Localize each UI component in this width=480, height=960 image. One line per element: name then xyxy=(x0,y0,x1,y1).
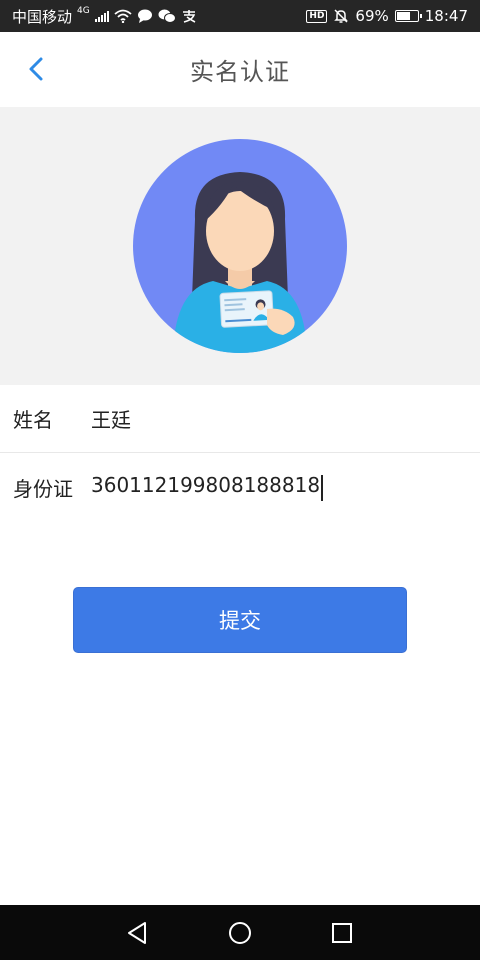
system-nav-bar xyxy=(0,905,480,960)
name-label: 姓名 xyxy=(13,408,53,432)
hero-banner xyxy=(0,107,480,385)
back-button[interactable] xyxy=(22,54,50,86)
signal-icon xyxy=(94,10,109,22)
id-number-field[interactable]: 360112199808188818 xyxy=(91,473,324,501)
wifi-icon xyxy=(114,9,132,23)
page-title: 实名认证 xyxy=(190,58,290,86)
chat-bubble-icon xyxy=(137,9,152,23)
submit-button[interactable]: 提交 xyxy=(73,587,407,653)
chevron-left-icon xyxy=(29,57,43,81)
mute-bell-icon xyxy=(334,9,349,23)
system-back-button[interactable] xyxy=(125,920,151,946)
battery-level-fill xyxy=(396,12,410,20)
id-number-value: 360112199808188818 xyxy=(91,473,321,498)
status-right: HD 69% 18:47 xyxy=(306,7,468,25)
woman-holding-id-card-illustration xyxy=(133,139,347,353)
name-row: 姓名 王廷 xyxy=(0,385,480,453)
app-header: 实名认证 xyxy=(0,32,480,107)
triangle-back-icon xyxy=(128,922,146,944)
status-bar: 中国移动 4G HD 69% 18:47 xyxy=(0,0,480,32)
battery-icon xyxy=(394,10,422,22)
square-recents-icon xyxy=(332,923,352,943)
network-type: 4G xyxy=(77,6,90,16)
text-caret xyxy=(321,474,324,501)
wechat-icon xyxy=(158,9,176,23)
battery-percent: 69% xyxy=(355,7,389,25)
clock-time: 18:47 xyxy=(424,7,468,25)
circle-home-icon xyxy=(229,922,251,944)
id-number-row: 身份证 360112199808188818 xyxy=(0,453,480,521)
carrier-name: 中国移动 xyxy=(12,7,73,26)
status-left: 中国移动 4G xyxy=(12,6,197,27)
hd-icon: HD xyxy=(306,9,328,23)
system-home-button[interactable] xyxy=(227,920,253,946)
name-field[interactable]: 王廷 xyxy=(91,404,131,433)
alipay-icon xyxy=(182,10,196,23)
system-recents-button[interactable] xyxy=(329,920,355,946)
id-number-label: 身份证 xyxy=(13,476,73,501)
